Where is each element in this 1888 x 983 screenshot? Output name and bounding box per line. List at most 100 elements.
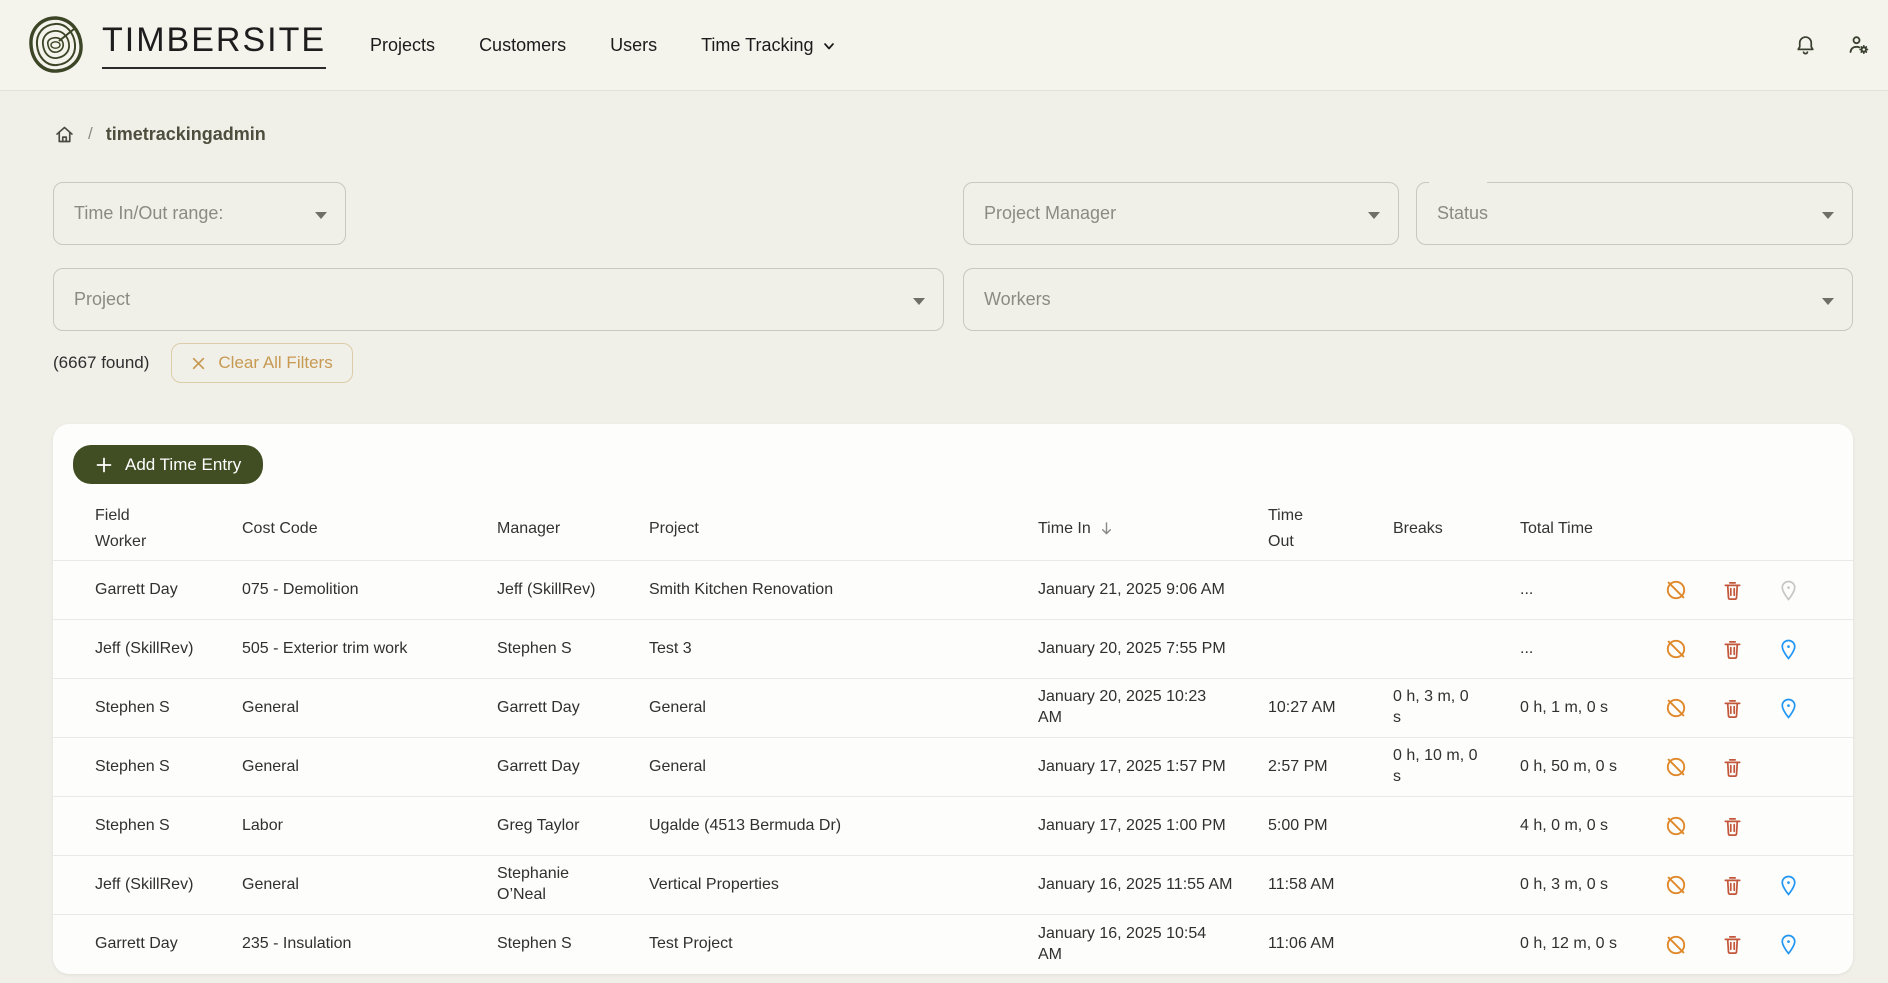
dropdown-arrow-icon — [913, 298, 925, 305]
cell-field-worker: Jeff (SkillRev) — [95, 639, 242, 660]
cell-field-worker: Stephen S — [95, 757, 242, 778]
location-pin-icon[interactable] — [1777, 579, 1800, 602]
workers-filter[interactable]: Workers — [963, 268, 1853, 331]
approval-blocked-icon[interactable] — [1664, 933, 1688, 957]
col-header-manager: Manager — [497, 516, 649, 542]
delete-icon[interactable] — [1721, 579, 1744, 602]
table-row: Stephen S General Garrett Day General Ja… — [53, 679, 1853, 738]
cell-total-time: 0 h, 50 m, 0 s — [1520, 757, 1650, 778]
table-row: Stephen S Labor Greg Taylor Ugalde (4513… — [53, 797, 1853, 856]
clear-all-filters-label: Clear All Filters — [218, 353, 332, 373]
delete-icon[interactable] — [1721, 815, 1744, 838]
location-pin-icon[interactable] — [1777, 874, 1800, 897]
approval-blocked-icon[interactable] — [1664, 578, 1688, 602]
table-header-row: Field Worker Cost Code Manager Project T… — [53, 498, 1853, 561]
dropdown-arrow-icon — [1822, 298, 1834, 305]
nav-customers[interactable]: Customers — [479, 35, 566, 56]
delete-icon[interactable] — [1721, 697, 1744, 720]
approval-blocked-icon[interactable] — [1664, 637, 1688, 661]
cell-actions — [1650, 696, 1830, 720]
cell-breaks — [1393, 875, 1520, 896]
nav-projects[interactable]: Projects — [370, 35, 435, 56]
cell-actions — [1650, 814, 1830, 838]
cell-project: General — [649, 698, 1038, 719]
filters-section: Time In/Out range: Project Manager Statu… — [0, 182, 1888, 383]
location-pin-icon[interactable] — [1777, 697, 1800, 720]
tree-rings-logo-icon — [24, 13, 88, 77]
col-header-time-in[interactable]: Time In — [1038, 516, 1268, 542]
status-filter-label: Status — [1437, 203, 1488, 224]
cell-field-worker: Garrett Day — [95, 934, 242, 955]
cell-field-worker: Garrett Day — [95, 580, 242, 601]
approval-blocked-icon[interactable] — [1664, 755, 1688, 779]
col-header-time-out: Time Out — [1268, 503, 1393, 556]
time-range-filter-label: Time In/Out range: — [74, 203, 223, 224]
location-pin-icon[interactable] — [1777, 933, 1800, 956]
cell-time-out — [1268, 580, 1393, 601]
app-header: TIMBERSITE Projects Customers Users Time… — [0, 0, 1888, 91]
cell-manager: Jeff (SkillRev) — [497, 580, 649, 601]
nav-time-tracking[interactable]: Time Tracking — [701, 35, 836, 56]
add-time-entry-label: Add Time Entry — [125, 455, 241, 475]
cell-cost-code: General — [242, 698, 497, 719]
cell-breaks — [1393, 934, 1520, 955]
brand-name: TIMBERSITE — [102, 21, 326, 69]
cell-manager: Garrett Day — [497, 757, 649, 778]
workers-filter-label: Workers — [984, 289, 1051, 310]
notifications-bell-icon[interactable] — [1794, 34, 1817, 57]
add-time-entry-button[interactable]: Add Time Entry — [73, 445, 263, 484]
cell-time-in: January 20, 2025 7:55 PM — [1038, 639, 1268, 660]
delete-icon[interactable] — [1721, 933, 1744, 956]
nav-users-label: Users — [610, 35, 657, 56]
project-manager-filter[interactable]: Project Manager — [963, 182, 1399, 245]
cell-actions — [1650, 873, 1830, 897]
nav-users[interactable]: Users — [610, 35, 657, 56]
dropdown-arrow-icon — [1368, 212, 1380, 219]
time-range-filter[interactable]: Time In/Out range: — [53, 182, 346, 245]
table-row: Garrett Day 235 - Insulation Stephen S T… — [53, 915, 1853, 974]
approval-blocked-icon[interactable] — [1664, 696, 1688, 720]
project-manager-filter-label: Project Manager — [984, 203, 1116, 224]
user-admin-icon[interactable] — [1847, 33, 1871, 57]
nav-time-tracking-label: Time Tracking — [701, 35, 813, 56]
table-row: Stephen S General Garrett Day General Ja… — [53, 738, 1853, 797]
home-icon[interactable] — [54, 124, 75, 145]
close-icon — [191, 356, 206, 371]
approval-blocked-icon[interactable] — [1664, 814, 1688, 838]
cell-project: Test 3 — [649, 639, 1038, 660]
time-entries-card: Add Time Entry Field Worker Cost Code Ma… — [53, 424, 1853, 974]
cell-breaks — [1393, 580, 1520, 601]
cell-time-in: January 17, 2025 1:00 PM — [1038, 816, 1268, 837]
project-filter[interactable]: Project — [53, 268, 944, 331]
delete-icon[interactable] — [1721, 638, 1744, 661]
cell-cost-code: General — [242, 757, 497, 778]
cell-field-worker: Stephen S — [95, 698, 242, 719]
clear-all-filters-button[interactable]: Clear All Filters — [171, 343, 352, 383]
cell-breaks: 0 h, 3 m, 0 s — [1393, 687, 1520, 729]
cell-breaks — [1393, 816, 1520, 837]
delete-icon[interactable] — [1721, 756, 1744, 779]
cell-total-time: ... — [1520, 580, 1650, 601]
location-pin-icon[interactable] — [1777, 638, 1800, 661]
approval-blocked-icon[interactable] — [1664, 873, 1688, 897]
nav-customers-label: Customers — [479, 35, 566, 56]
cell-manager: Stephanie O’Neal — [497, 864, 649, 906]
cell-time-in: January 21, 2025 9:06 AM — [1038, 580, 1268, 601]
cell-total-time: 4 h, 0 m, 0 s — [1520, 816, 1650, 837]
cell-project: Test Project — [649, 934, 1038, 955]
cell-time-out: 11:58 AM — [1268, 875, 1393, 896]
dropdown-arrow-icon — [1822, 212, 1834, 219]
brand-logo[interactable]: TIMBERSITE — [24, 13, 326, 77]
delete-icon[interactable] — [1721, 874, 1744, 897]
cell-total-time: 0 h, 1 m, 0 s — [1520, 698, 1650, 719]
status-filter[interactable]: Status — [1416, 182, 1853, 245]
col-header-project: Project — [649, 516, 1038, 542]
col-header-breaks: Breaks — [1393, 516, 1520, 542]
breadcrumb: / timetrackingadmin — [0, 91, 1888, 145]
cell-actions — [1650, 755, 1830, 779]
cell-breaks: 0 h, 10 m, 0 s — [1393, 746, 1520, 788]
cell-manager: Greg Taylor — [497, 816, 649, 837]
cell-field-worker: Jeff (SkillRev) — [95, 875, 242, 896]
cell-project: Ugalde (4513 Bermuda Dr) — [649, 816, 1038, 837]
cell-cost-code: Labor — [242, 816, 497, 837]
